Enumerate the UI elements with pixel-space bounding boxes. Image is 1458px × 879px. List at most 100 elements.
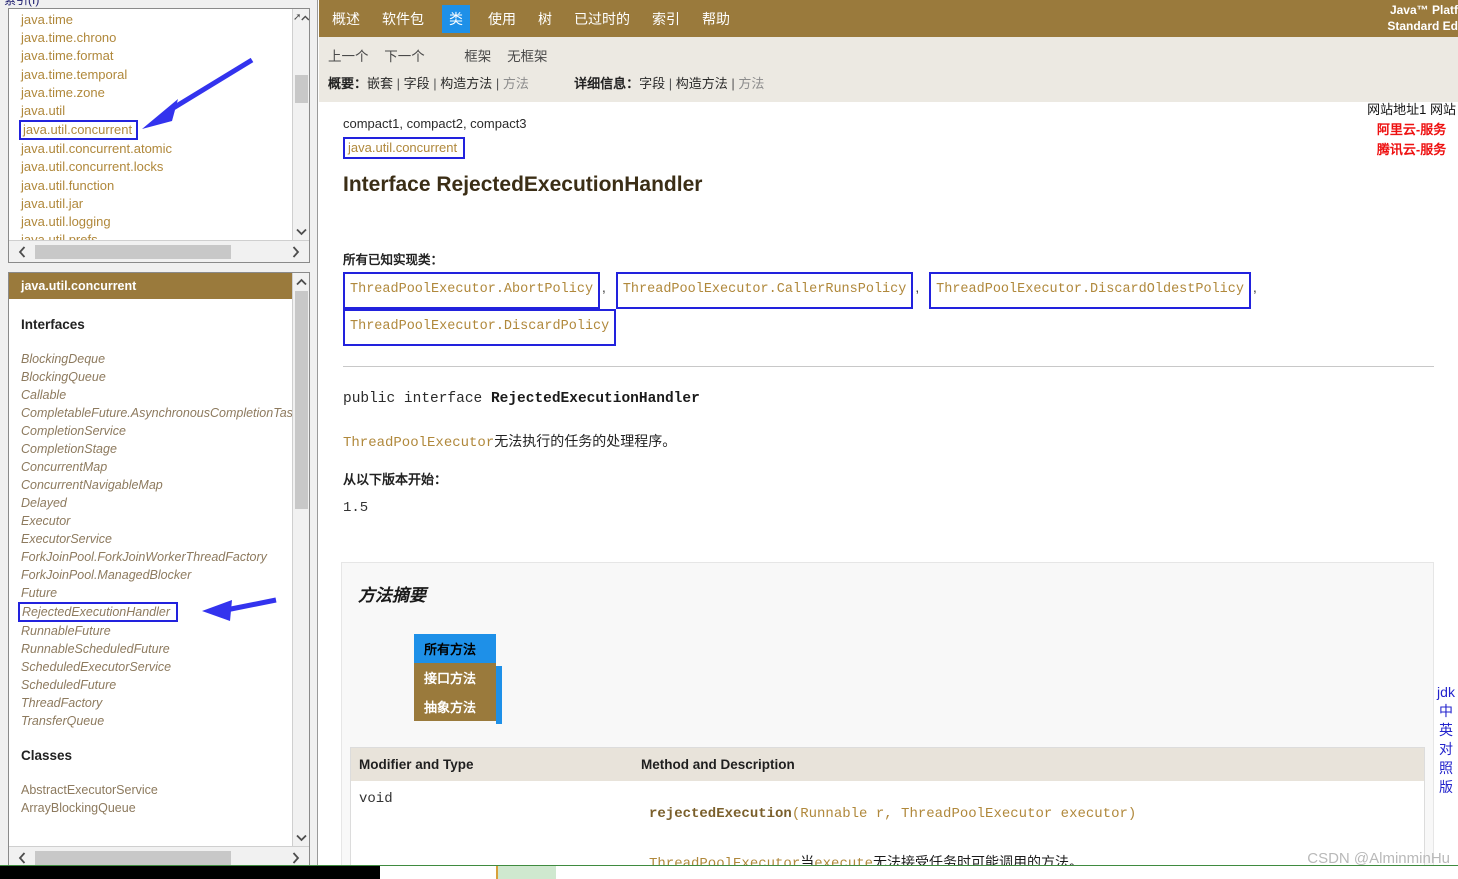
chevron-up-icon[interactable]: ➚	[293, 9, 309, 26]
detail-link[interactable]: 方法	[738, 76, 764, 91]
class-list-item[interactable]: ArrayBlockingQueue	[21, 799, 292, 817]
interface-list-item[interactable]: CompletionStage	[21, 440, 292, 458]
package-list-item[interactable]: java.time	[19, 11, 292, 29]
interface-list-item[interactable]: Delayed	[21, 494, 292, 512]
interface-signature: public interface RejectedExecutionHandle…	[343, 391, 1458, 407]
package-list-horizontal-scrollbar[interactable]	[9, 240, 309, 262]
known-implementing-classes: ThreadPoolExecutor.AbortPolicy, ThreadPoo…	[343, 272, 1458, 346]
top-nav-item[interactable]: 帮助	[698, 7, 734, 31]
side-label-char[interactable]: 对	[1436, 740, 1456, 759]
summary-link[interactable]: 字段	[404, 76, 430, 91]
package-list-item[interactable]: java.util.concurrent.atomic	[19, 140, 292, 158]
interface-list-item[interactable]: ForkJoinPool.ForkJoinWorkerThreadFactory	[21, 548, 292, 566]
side-vertical-label[interactable]: jdk 中英对照版	[1436, 683, 1456, 797]
package-list-item[interactable]: java.util.concurrent	[19, 120, 292, 141]
frames-link[interactable]: 框架	[464, 49, 491, 64]
side-label-char[interactable]: 英	[1436, 721, 1456, 740]
package-list-item-highlighted[interactable]: java.util.concurrent	[19, 120, 139, 141]
package-list-vertical-scrollbar[interactable]: ➚	[292, 9, 309, 240]
class-list-vertical-scrollbar[interactable]	[292, 273, 309, 846]
chevron-right-icon[interactable]	[283, 242, 309, 262]
interface-list-item-highlighted[interactable]: RejectedExecutionHandler	[18, 602, 179, 622]
package-list-item[interactable]: java.time.zone	[19, 84, 292, 102]
interface-list-item[interactable]: ForkJoinPool.ManagedBlocker	[21, 566, 292, 584]
top-nav-item[interactable]: 树	[534, 7, 556, 31]
summary-link[interactable]: 构造方法	[440, 76, 492, 91]
package-list-item[interactable]: java.util	[19, 102, 292, 120]
package-list-item[interactable]: java.util.function	[19, 177, 292, 195]
comma-separator: ,	[1252, 280, 1257, 295]
side-label-char[interactable]: jdk	[1436, 683, 1456, 702]
package-list-item[interactable]: java.util.concurrent.locks	[19, 158, 292, 176]
chevron-up-icon[interactable]	[293, 273, 309, 290]
link-separator: |	[727, 76, 739, 91]
top-nav-item[interactable]: 概述	[328, 7, 364, 31]
interface-list-item[interactable]: CompletableFuture.AsynchronousCompletion…	[21, 404, 292, 422]
known-class-link[interactable]: ThreadPoolExecutor.AbortPolicy	[343, 272, 601, 309]
description-mono: ThreadPoolExecutor	[343, 435, 495, 451]
top-nav-item[interactable]: 软件包	[378, 7, 428, 31]
interface-list-item[interactable]: RunnableScheduledFuture	[21, 640, 292, 658]
interface-list-item[interactable]: TransferQueue	[21, 712, 292, 730]
package-list-item[interactable]: java.util.prefs	[19, 231, 292, 240]
detail-link[interactable]: 字段	[639, 76, 665, 91]
scrollbar-thumb[interactable]	[35, 850, 231, 865]
sub-navigation-bar: 上一个 下一个 框架 无框架	[319, 37, 1458, 71]
package-list-item[interactable]: java.time.temporal	[19, 66, 292, 84]
taskbar-browser-tab[interactable]	[496, 866, 556, 879]
interface-list-item[interactable]: RejectedExecutionHandler	[18, 602, 292, 622]
interface-list-item[interactable]: CompletionService	[21, 422, 292, 440]
interface-list-item[interactable]: Executor	[21, 512, 292, 530]
method-name[interactable]: rejectedExecution	[649, 806, 792, 822]
chevron-down-icon[interactable]	[293, 829, 309, 846]
prev-link[interactable]: 上一个	[328, 49, 369, 64]
interface-list-item[interactable]: ConcurrentMap	[21, 458, 292, 476]
interface-list-item[interactable]: Future	[21, 584, 292, 602]
known-class-link[interactable]: ThreadPoolExecutor.DiscardPolicy	[343, 309, 617, 346]
package-list-item[interactable]: java.time.format	[19, 47, 292, 65]
package-list-item[interactable]: java.time.chrono	[19, 29, 292, 47]
package-name-boxed[interactable]: java.util.concurrent	[343, 137, 466, 159]
side-label-char[interactable]: 版	[1436, 778, 1456, 797]
interface-list-item[interactable]: ThreadFactory	[21, 694, 292, 712]
method-filter-tab[interactable]: 所有方法	[414, 634, 496, 663]
top-nav-item[interactable]: 类	[442, 4, 470, 33]
top-nav-item[interactable]: 索引	[648, 7, 684, 31]
top-nav-item[interactable]: 已过时的	[570, 7, 634, 31]
scrollbar-thumb[interactable]	[35, 244, 231, 259]
summary-link[interactable]: 方法	[503, 76, 529, 91]
interface-list-item[interactable]: ScheduledFuture	[21, 676, 292, 694]
interface-list-item[interactable]: ConcurrentNavigableMap	[21, 476, 292, 494]
package-list-item[interactable]: java.util.logging	[19, 213, 292, 231]
summary-link[interactable]: 嵌套	[367, 76, 393, 91]
package-list-item[interactable]: java.util.jar	[19, 195, 292, 213]
brand-line-2: Standard Ed	[1387, 19, 1458, 33]
interface-list-item[interactable]: BlockingDeque	[21, 350, 292, 368]
interface-list-item[interactable]: ScheduledExecutorService	[21, 658, 292, 676]
interface-list-item[interactable]: Callable	[21, 386, 292, 404]
method-filter-tab[interactable]: 接口方法	[414, 663, 502, 695]
comma-separator: ,	[602, 280, 606, 295]
class-list-scroll-area[interactable]: java.util.concurrent Interfaces Blocking…	[9, 273, 292, 846]
side-label-char[interactable]: 照	[1436, 759, 1456, 778]
summary-label: 概要：	[328, 76, 368, 91]
chevron-down-icon[interactable]	[293, 223, 309, 240]
side-label-char[interactable]: 中	[1436, 702, 1456, 721]
known-class-link[interactable]: ThreadPoolExecutor.CallerRunsPolicy	[615, 272, 914, 309]
interface-list-item[interactable]: RunnableFuture	[21, 622, 292, 640]
scrollbar-thumb[interactable]	[295, 75, 308, 103]
scrollbar-thumb[interactable]	[295, 291, 308, 509]
method-filter-tab[interactable]: 抽象方法	[414, 692, 502, 724]
class-list-item[interactable]: AbstractExecutorService	[21, 781, 292, 799]
signature-prefix: public interface	[343, 391, 491, 407]
package-list-scroll-area[interactable]: java.time java.time.chrono java.time.forma…	[9, 9, 292, 240]
known-class-link[interactable]: ThreadPoolExecutor.DiscardOldestPolicy	[929, 272, 1251, 309]
next-link[interactable]: 下一个	[384, 49, 425, 64]
scrollbar-track[interactable]	[35, 242, 283, 262]
detail-link[interactable]: 构造方法	[676, 76, 728, 91]
top-nav-item[interactable]: 使用	[484, 7, 520, 31]
interface-list-item[interactable]: BlockingQueue	[21, 368, 292, 386]
no-frames-link[interactable]: 无框架	[507, 49, 548, 64]
chevron-left-icon[interactable]	[9, 242, 35, 262]
interface-list-item[interactable]: ExecutorService	[21, 530, 292, 548]
